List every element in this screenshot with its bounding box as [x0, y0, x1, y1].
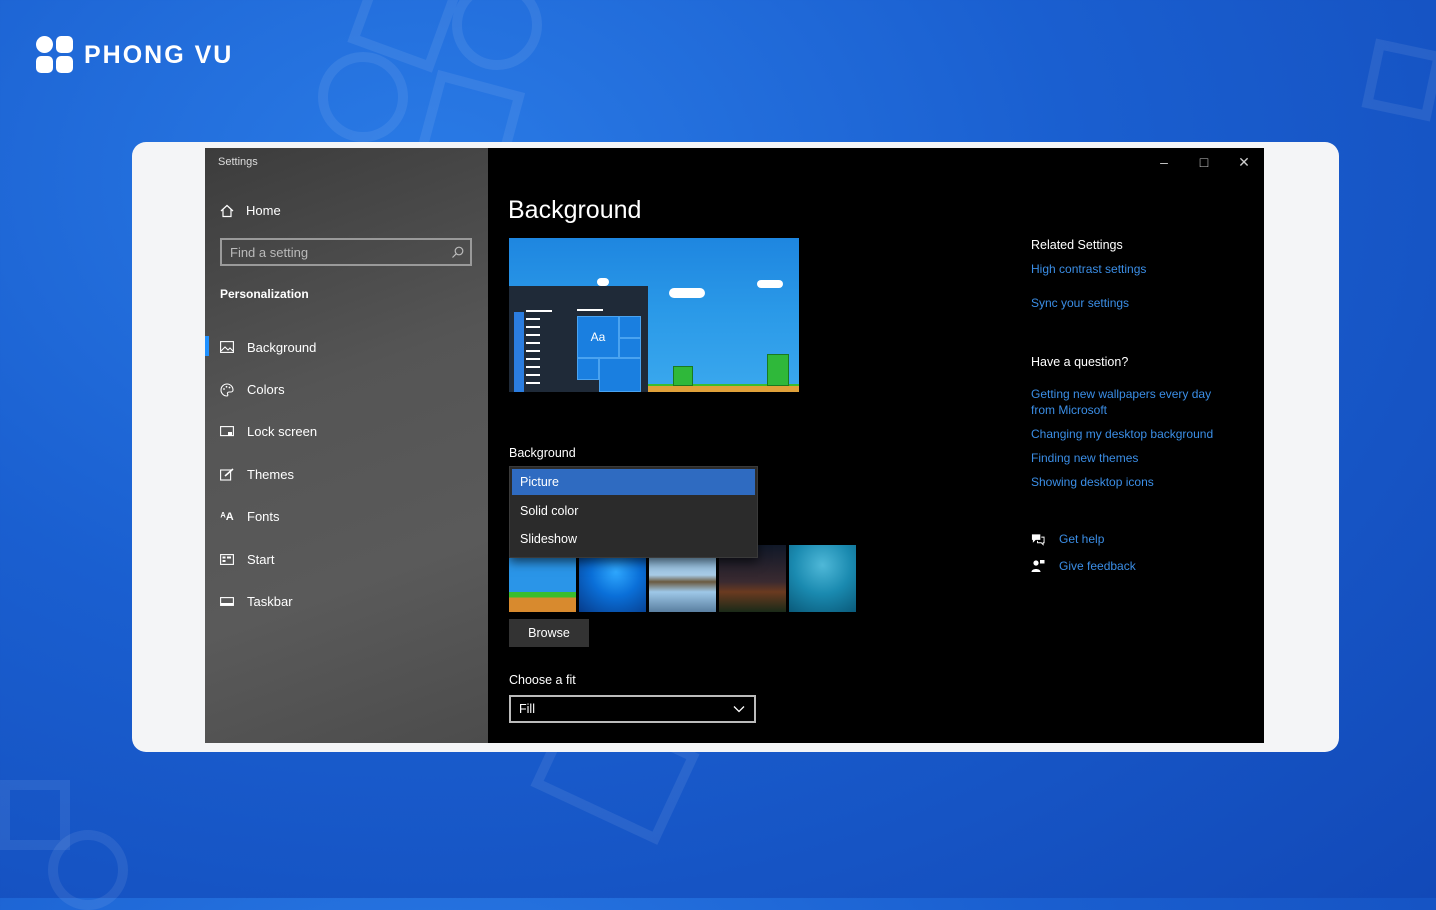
- choose-fit-label: Choose a fit: [509, 673, 576, 687]
- preview-menu-line: [526, 310, 552, 312]
- preview-menu-line: [526, 326, 540, 328]
- sidebar-item-label: Fonts: [247, 509, 280, 525]
- main-content: Background Aa Background Picture Solid c…: [488, 148, 1264, 743]
- have-question-heading: Have a question?: [1031, 355, 1129, 369]
- sidebar-item-label: Start: [247, 551, 275, 567]
- sidebar-item-label: Colors: [247, 382, 285, 398]
- give-feedback-label: Give feedback: [1059, 559, 1136, 573]
- link-change-background[interactable]: Changing my desktop background: [1031, 426, 1213, 442]
- link-high-contrast[interactable]: High contrast settings: [1031, 261, 1146, 277]
- section-heading: Personalization: [220, 287, 309, 301]
- get-help-link[interactable]: Get help: [1031, 532, 1104, 546]
- page-title: Background: [508, 196, 642, 224]
- background-type-dropdown[interactable]: Picture Solid color Slideshow: [509, 466, 758, 558]
- sidebar-item-fonts[interactable]: ᴬA Fonts: [205, 496, 488, 538]
- search-icon[interactable]: [450, 245, 464, 259]
- search-input[interactable]: [230, 244, 430, 260]
- preview-tile: [577, 358, 599, 380]
- background-preview: Aa: [509, 238, 799, 392]
- preview-menu-line: [526, 366, 540, 368]
- picture-icon: [220, 340, 234, 354]
- sidebar-item-label: Taskbar: [247, 594, 293, 610]
- preview-menu-line: [526, 350, 540, 352]
- preview-menu-line: [577, 309, 603, 311]
- preview-menu-line: [526, 342, 540, 344]
- bg-circle-shape: [48, 830, 128, 910]
- link-find-themes[interactable]: Finding new themes: [1031, 450, 1138, 466]
- browse-button[interactable]: Browse: [509, 619, 589, 647]
- chevron-down-icon: [732, 702, 746, 716]
- preview-cloud: [757, 280, 783, 288]
- thumbnail-underwater[interactable]: [789, 545, 856, 612]
- dropdown-option-solid-color[interactable]: Solid color: [510, 497, 757, 525]
- related-settings-heading: Related Settings: [1031, 238, 1123, 252]
- lock-screen-icon: [220, 425, 234, 439]
- preview-tile-text: Aa: [590, 330, 606, 344]
- sidebar-item-taskbar[interactable]: Taskbar: [205, 580, 488, 622]
- preview-menu-line: [526, 358, 540, 360]
- get-help-label: Get help: [1059, 532, 1105, 546]
- choose-fit-value: Fill: [519, 702, 535, 716]
- dropdown-option-slideshow[interactable]: Slideshow: [510, 525, 757, 553]
- preview-pipe: [767, 354, 789, 386]
- bg-circle-shape: [318, 52, 408, 142]
- feedback-icon: [1031, 559, 1045, 573]
- bg-square-shape: [1361, 38, 1436, 122]
- sidebar-item-label: Lock screen: [247, 424, 318, 440]
- preview-taskbar: [514, 312, 524, 392]
- chat-help-icon: [1031, 532, 1045, 546]
- sidebar-item-start[interactable]: Start: [205, 538, 488, 580]
- start-icon: [220, 552, 234, 566]
- preview-cloud: [597, 278, 609, 286]
- brand-logo: PHONG VU: [36, 36, 233, 74]
- sidebar-item-lock-screen[interactable]: Lock screen: [205, 411, 488, 453]
- preview-pipe: [673, 366, 693, 386]
- preview-cloud: [669, 288, 705, 298]
- preview-menu-line: [526, 334, 540, 336]
- themes-brush-icon: [220, 467, 234, 481]
- link-new-wallpapers[interactable]: Getting new wallpapers every day from Mi…: [1031, 386, 1231, 418]
- background-label: Background: [509, 446, 576, 460]
- choose-fit-select[interactable]: Fill: [509, 695, 756, 723]
- sidebar-item-colors[interactable]: Colors: [205, 368, 488, 410]
- sidebar-item-background[interactable]: Background: [205, 326, 488, 368]
- home-icon: [220, 204, 234, 218]
- fonts-icon: ᴬA: [220, 510, 234, 523]
- sidebar-nav: Background Colors Lock screen Themes ᴬA …: [205, 326, 488, 623]
- taskbar-icon: [220, 595, 234, 609]
- brand-name: PHONG VU: [84, 40, 234, 69]
- window-title: Settings: [218, 156, 258, 168]
- preview-menu-line: [526, 374, 540, 376]
- preview-tile: [619, 316, 641, 338]
- sidebar-item-themes[interactable]: Themes: [205, 453, 488, 495]
- bg-circle-shape: [452, 0, 542, 70]
- preview-menu-line: [526, 382, 540, 384]
- preview-tile-aa: Aa: [577, 316, 619, 358]
- preview-tile: [599, 358, 641, 392]
- link-desktop-icons[interactable]: Showing desktop icons: [1031, 474, 1154, 490]
- palette-icon: [220, 383, 234, 397]
- sidebar-item-label: Background: [247, 339, 317, 355]
- home-label: Home: [246, 203, 281, 218]
- logo-mark-icon: [36, 36, 76, 74]
- sidebar-item-label: Themes: [247, 466, 294, 482]
- home-link[interactable]: Home: [220, 203, 281, 218]
- bg-square-shape: [0, 780, 70, 850]
- give-feedback-link[interactable]: Give feedback: [1031, 559, 1136, 573]
- search-box[interactable]: [220, 238, 472, 266]
- preview-tile: [619, 338, 641, 358]
- settings-window: Settings Home Personalization Background: [205, 148, 1264, 743]
- dropdown-option-picture[interactable]: Picture: [512, 469, 755, 495]
- preview-menu-line: [526, 318, 540, 320]
- link-sync-settings[interactable]: Sync your settings: [1031, 295, 1129, 311]
- sidebar: Settings Home Personalization Background: [205, 148, 488, 743]
